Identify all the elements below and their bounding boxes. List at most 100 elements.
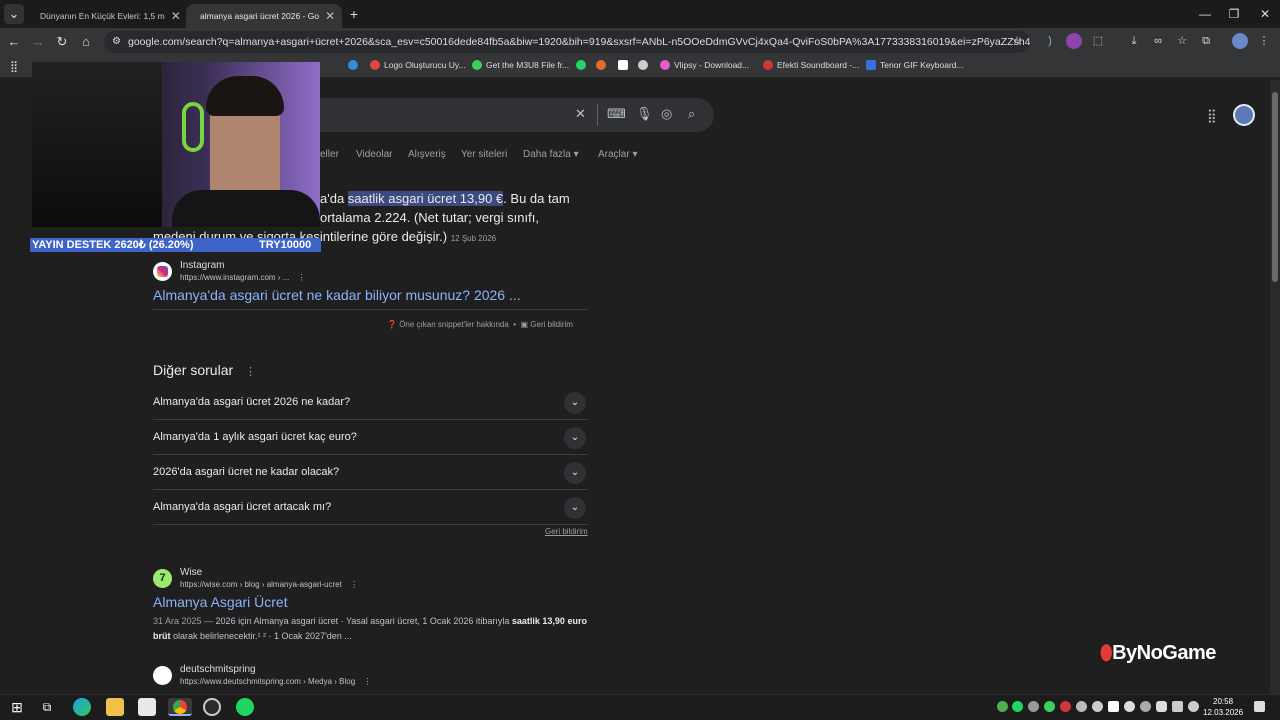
chevron-down-icon[interactable]: ⌄ (564, 497, 586, 519)
search-icon[interactable]: ⌕ (688, 106, 695, 122)
more-options-icon[interactable]: ⋮ (350, 580, 358, 589)
result-url: https://wise.com › blog › almanya-asgari… (180, 580, 359, 589)
keyboard-icon[interactable]: ⌨ (607, 106, 626, 122)
close-window-button[interactable]: ✕ (1250, 4, 1280, 24)
site-info-icon[interactable]: ⚙ (112, 31, 121, 53)
clock-date: 12.03.2026 (1203, 708, 1244, 717)
paa-question[interactable]: Almanya'da asgari ücret 2026 ne kadar? ⌄ (153, 385, 588, 420)
paa-question[interactable]: 2026'da asgari ücret ne kadar olacak? ⌄ (153, 455, 588, 490)
chrome-taskbar-button[interactable] (168, 698, 192, 716)
tab-more[interactable]: Daha fazla ▾ (523, 149, 579, 160)
bookmark-whatsapp-icon[interactable] (576, 60, 586, 70)
bookmark-item[interactable]: Tenor GIF Keyboard... (866, 60, 964, 70)
new-tab-button[interactable]: + (344, 4, 364, 24)
tray-spotify-icon[interactable] (1012, 701, 1023, 712)
feedback-link[interactable]: Geri bildirim (545, 527, 588, 536)
extensions-puzzle-icon[interactable]: ⬚ (1090, 33, 1106, 49)
tab-search-button[interactable]: ⌄ (4, 4, 24, 24)
forward-button[interactable]: → (28, 32, 48, 52)
close-icon[interactable]: ✕ (325, 9, 335, 23)
spotify-icon[interactable] (236, 698, 254, 716)
start-icon[interactable]: ⊞ (8, 698, 26, 716)
notification-icon[interactable] (1254, 701, 1265, 712)
tray-steam-icon[interactable] (1140, 701, 1151, 712)
translate-icon[interactable]: ⧉ (1198, 33, 1214, 49)
tab-youtube[interactable]: Dünyanın En Küçük Evleri: 1,5 m ✕ (26, 4, 182, 28)
tray-app-icon[interactable] (1076, 701, 1087, 712)
windows-taskbar (0, 694, 1280, 720)
snippet-about-link[interactable]: ❓ Öne çıkan snippet'ler hakkında • ▣ Ger… (387, 320, 573, 329)
lens-icon[interactable]: ◎ (661, 106, 672, 122)
chevron-down-icon[interactable]: ⌄ (564, 427, 586, 449)
bookmark-ring-icon[interactable] (638, 60, 648, 70)
tray-app-icon[interactable] (1092, 701, 1103, 712)
paa-heading: Diğer sorular ⋮ (153, 362, 257, 378)
more-options-icon[interactable]: ⋮ (245, 366, 256, 378)
tab-videos[interactable]: Videolar (356, 149, 393, 160)
bookmark-icon (472, 60, 482, 70)
tab-tools[interactable]: Araçlar ▾ (598, 149, 638, 160)
bookmark-square-icon[interactable] (618, 60, 628, 70)
tray-network-icon[interactable] (1172, 701, 1183, 712)
apps-grid-icon[interactable]: ⣿ (6, 59, 22, 75)
menu-dots-icon[interactable]: ⋮ (1256, 33, 1272, 49)
tray-app-icon[interactable] (1124, 701, 1135, 712)
reload-button[interactable]: ↻ (52, 32, 72, 52)
link-icon[interactable]: ∞ (1150, 33, 1166, 49)
edge-icon[interactable] (73, 698, 91, 716)
tab-images[interactable]: eller (320, 149, 339, 160)
reading-list-icon[interactable]: ☆ (1174, 33, 1190, 49)
address-bar[interactable]: ⚙ google.com/search?q=almanya+asgari+ücr… (104, 31, 1030, 53)
file-explorer-icon[interactable] (106, 698, 124, 716)
site-favicon (153, 666, 172, 685)
chevron-down-icon[interactable]: ⌄ (564, 392, 586, 414)
tray-mic-icon[interactable] (1156, 701, 1167, 712)
feedback-link[interactable]: Geri bildirim (530, 320, 573, 329)
minimize-button[interactable]: — (1190, 4, 1220, 24)
home-button[interactable]: ⌂ (76, 32, 96, 52)
bookmark-item[interactable]: Efekti Soundboard -... (763, 60, 859, 70)
clear-icon[interactable]: ✕ (575, 106, 586, 122)
tab-google-search[interactable]: almanya asgari ücret 2026 - Go ✕ (186, 4, 342, 28)
feedback-icon: ▣ (520, 320, 529, 329)
restore-button[interactable]: ❐ (1219, 4, 1249, 24)
tray-nvidia-icon[interactable] (997, 701, 1008, 712)
bookmark-star-icon[interactable]: ☆ (1009, 33, 1025, 49)
app-icon[interactable] (203, 698, 221, 716)
bookmark-item[interactable]: Vlipsy - Download... (660, 60, 749, 70)
tray-volume-icon[interactable] (1188, 701, 1199, 712)
back-button[interactable]: ← (4, 32, 24, 52)
google-apps-icon[interactable]: ⣿ (1207, 108, 1217, 124)
more-options-icon[interactable]: ⋮ (298, 273, 306, 282)
profile-avatar[interactable] (1232, 33, 1248, 49)
tray-app-icon[interactable] (1028, 701, 1039, 712)
microphone-icon[interactable]: 🎙 (636, 106, 653, 122)
divider (153, 309, 588, 310)
store-icon[interactable] (138, 698, 156, 716)
bookmark-icon (660, 60, 670, 70)
bookmark-item[interactable]: Logo Oluşturucu Uy... (370, 60, 466, 70)
tab-places[interactable]: Yer siteleri (461, 149, 507, 160)
paa-question[interactable]: Almanya'da asgari ücret artacak mı? ⌄ (153, 490, 588, 525)
scrollbar-thumb[interactable] (1272, 92, 1278, 282)
bookmark-round-icon[interactable] (596, 60, 606, 70)
tray-app-icon[interactable] (1108, 701, 1119, 712)
account-avatar[interactable] (1233, 104, 1255, 126)
tray-app-icon[interactable] (1060, 701, 1071, 712)
webcam-background (32, 62, 162, 227)
paa-question[interactable]: Almanya'da 1 aylık asgari ücret kaç euro… (153, 420, 588, 455)
taskbar-clock[interactable]: 20:58 12.03.2026 (1203, 696, 1243, 718)
chevron-down-icon[interactable]: ⌄ (564, 462, 586, 484)
tab-shopping[interactable]: Alışveriş (408, 149, 446, 160)
result-title-link[interactable]: Almanya Asgari Ücret (153, 594, 288, 610)
snippet-title-link[interactable]: Almanya'da asgari ücret ne kadar biliyor… (153, 287, 521, 303)
task-view-icon[interactable]: ⧉ (38, 698, 56, 716)
close-icon[interactable]: ✕ (171, 9, 181, 23)
bookmark-edge-icon[interactable] (348, 60, 358, 70)
extension-icon[interactable] (1066, 33, 1082, 49)
more-options-icon[interactable]: ⋮ (363, 677, 371, 686)
bookmark-item[interactable]: Get the M3U8 File fr... (472, 60, 569, 70)
download-icon[interactable]: ⤓ (1126, 33, 1142, 49)
audio-icon[interactable]: ) (1042, 33, 1058, 49)
tray-app-icon[interactable] (1044, 701, 1055, 712)
